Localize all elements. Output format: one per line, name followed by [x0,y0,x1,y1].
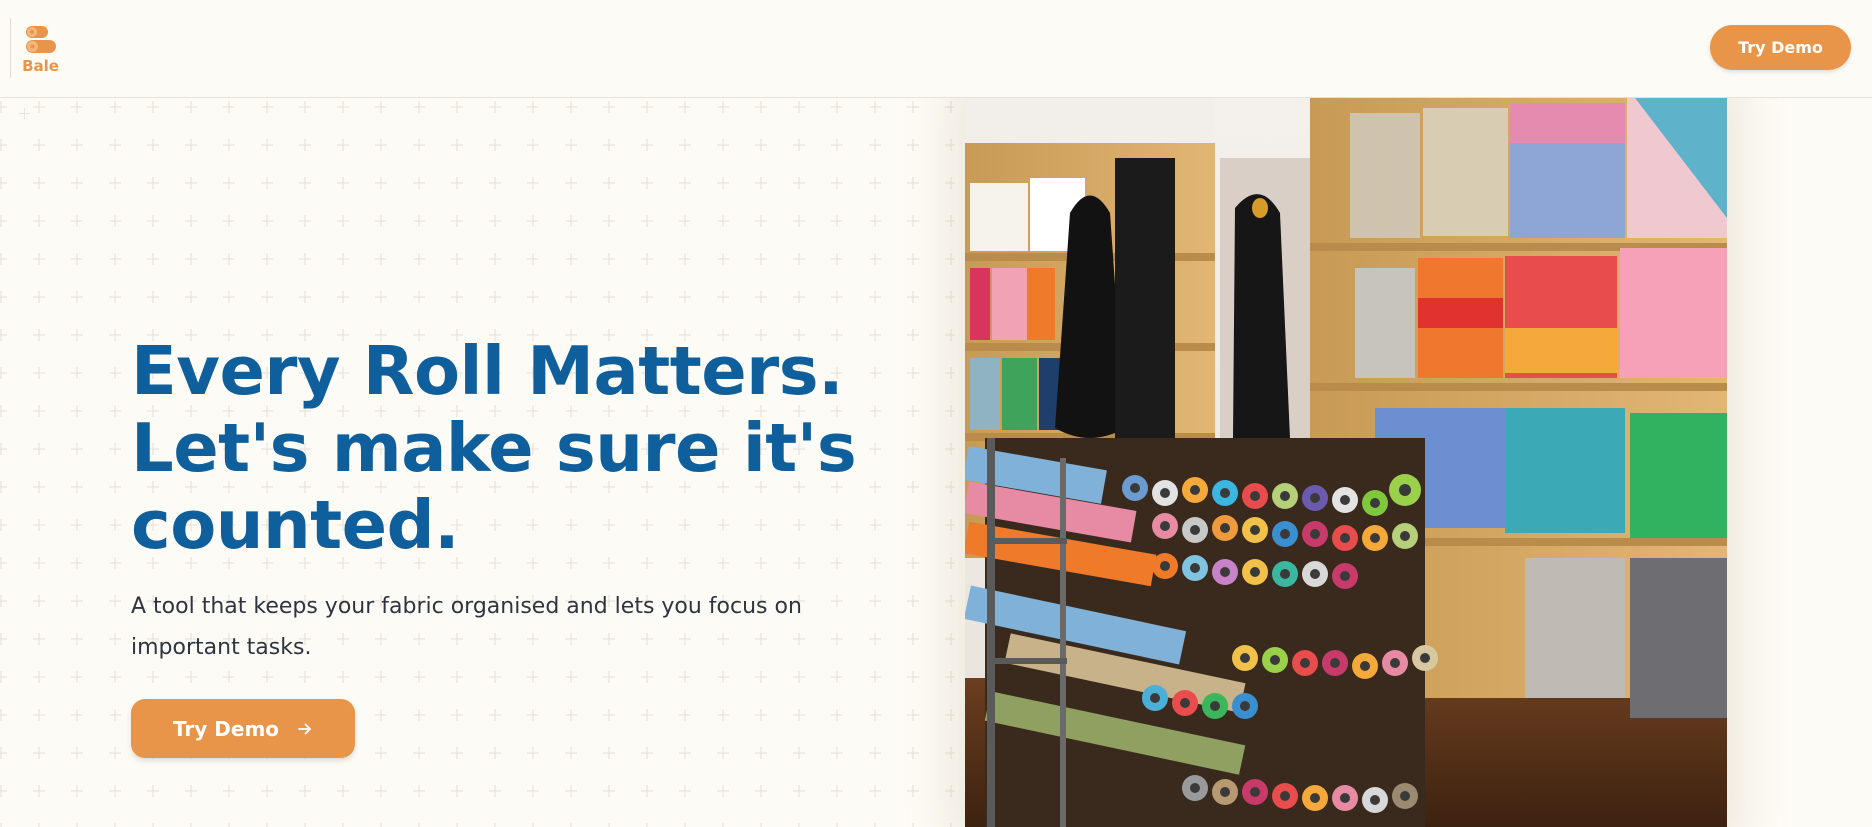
hero-headline: Every Roll Matters. Let's make sure it's… [131,333,891,564]
site-header: Bale Try Demo [0,0,1872,98]
headline-line-2: Let's make sure it's [131,409,857,487]
hero-fabric-shop-image [965,98,1727,827]
subtitle-line-1: A tool that keeps your fabric organised … [131,594,802,619]
subtitle-line-2: important tasks. [131,635,312,660]
arrow-right-icon [298,723,311,734]
headline-line-1: Every Roll Matters. [131,332,844,410]
header-try-demo-button[interactable]: Try Demo [1710,25,1851,70]
hero-cta-label: Try Demo [172,716,280,741]
logo-text: Bale [22,57,59,75]
headline-line-3: counted. [131,486,460,564]
bale-logo[interactable]: Bale [10,18,70,78]
fabric-roll-logo-icon [25,26,56,53]
hero-subtitle: A tool that keeps your fabric organised … [131,586,891,668]
fabric-shop-photo [965,98,1727,827]
hero-try-demo-button[interactable]: Try Demo [131,699,355,758]
